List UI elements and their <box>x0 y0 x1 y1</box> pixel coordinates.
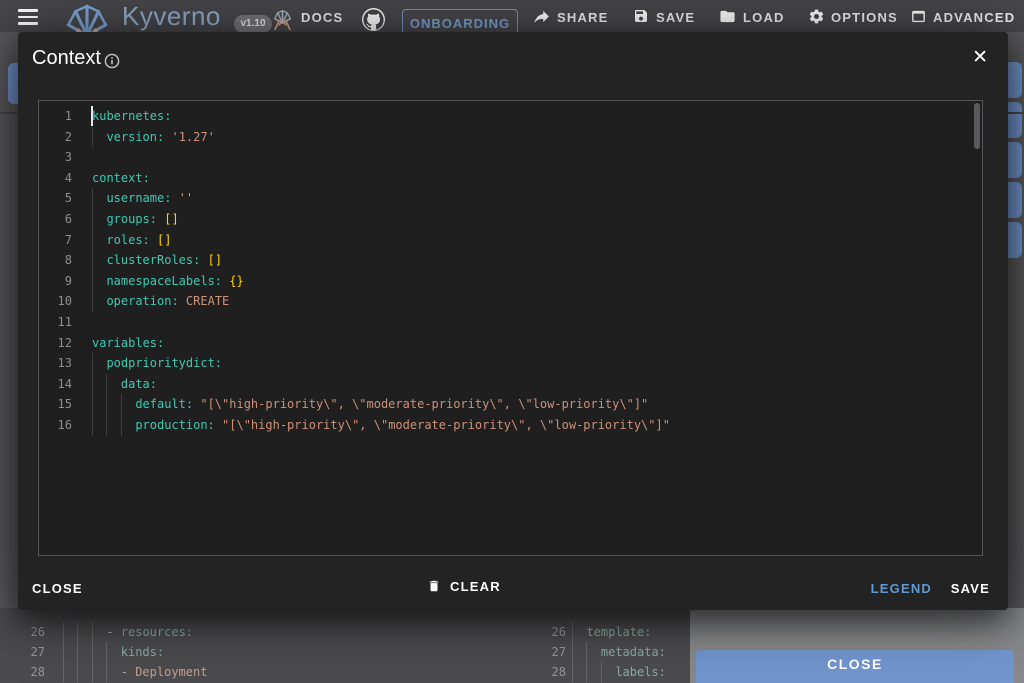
load-folder-icon[interactable] <box>719 8 736 25</box>
code-line[interactable]: 27metadata: <box>0 642 690 662</box>
trash-icon <box>427 578 441 594</box>
close-icon[interactable]: ✕ <box>972 46 988 68</box>
code-line[interactable]: 10operation: CREATE <box>39 291 982 312</box>
info-icon[interactable] <box>104 53 120 69</box>
load-button[interactable]: LOAD <box>743 10 785 25</box>
code-line[interactable]: 1kubernetes: <box>39 106 982 127</box>
background-results-panel: CLOSE <box>690 608 1024 683</box>
dialog-save-button[interactable]: SAVE <box>951 581 990 596</box>
advanced-panel-icon[interactable] <box>910 8 927 25</box>
code-line[interactable]: 14data: <box>39 374 982 395</box>
context-dialog: Context ✕ 1kubernetes:2version: '1.27'34… <box>18 32 1008 610</box>
kyverno-playground: 26- resources:27kinds:28- Deployment26te… <box>0 0 1024 683</box>
options-gear-icon[interactable] <box>808 8 825 25</box>
code-line[interactable]: 28labels: <box>0 662 690 682</box>
context-yaml-editor[interactable]: 1kubernetes:2version: '1.27'34context:5u… <box>38 100 983 556</box>
share-button[interactable]: SHARE <box>557 10 609 25</box>
panel-divider-line <box>1006 112 1024 114</box>
app-title[interactable]: Kyverno <box>122 1 221 32</box>
code-line[interactable]: 6groups: [] <box>39 209 982 230</box>
code-line[interactable]: 12variables: <box>39 333 982 354</box>
clear-label: CLEAR <box>450 579 501 594</box>
code-line[interactable]: 26template: <box>0 622 690 642</box>
onboarding-button[interactable]: ONBOARDING <box>402 9 518 32</box>
code-line[interactable]: 13podprioritydict: <box>39 353 982 374</box>
code-line[interactable]: 2version: '1.27' <box>39 127 982 148</box>
code-line[interactable]: 11 <box>39 312 982 333</box>
save-button[interactable]: SAVE <box>656 10 695 25</box>
code-line[interactable]: 3 <box>39 147 982 168</box>
advanced-button[interactable]: ADVANCED <box>933 10 1015 25</box>
code-line[interactable]: 8clusterRoles: [] <box>39 250 982 271</box>
code-line[interactable]: 15default: "[\"high-priority\", \"modera… <box>39 394 982 415</box>
kyverno-logo-icon[interactable] <box>62 2 112 32</box>
code-line[interactable]: 4context: <box>39 168 982 189</box>
options-button[interactable]: OPTIONS <box>831 10 898 25</box>
dialog-legend-button[interactable]: LEGEND <box>871 581 932 596</box>
dialog-close-button[interactable]: CLOSE <box>32 581 83 596</box>
share-icon[interactable] <box>534 8 551 25</box>
docs-button[interactable]: DOCS <box>301 10 343 25</box>
dialog-title: Context <box>32 47 101 70</box>
save-icon[interactable] <box>633 8 649 24</box>
background-code-editors: 26- resources:27kinds:28- Deployment26te… <box>0 608 690 683</box>
panel-divider-line <box>0 112 18 114</box>
github-icon[interactable] <box>362 8 385 31</box>
version-badge: v1.10 <box>234 15 272 32</box>
dialog-clear-button[interactable]: CLEAR <box>427 578 501 594</box>
kyverno-docs-icon[interactable] <box>272 9 293 30</box>
background-close-button[interactable]: CLOSE <box>696 650 1014 683</box>
code-line[interactable]: 7roles: [] <box>39 230 982 251</box>
code-line[interactable]: 9namespaceLabels: {} <box>39 271 982 292</box>
menu-icon[interactable] <box>18 9 38 25</box>
top-toolbar: Kyverno v1.10 DOCS ONBOARDING SHARE <box>0 0 1024 32</box>
code-line[interactable]: 16production: "[\"high-priority\", \"mod… <box>39 415 982 436</box>
code-line[interactable]: 5username: '' <box>39 188 982 209</box>
